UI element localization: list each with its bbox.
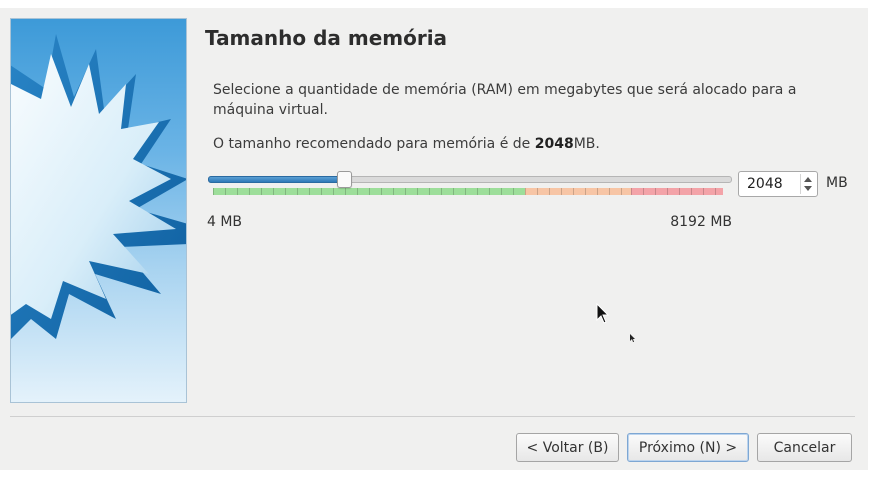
slider-handle[interactable] — [337, 171, 352, 188]
back-button[interactable]: < Voltar (B) — [516, 433, 619, 462]
memory-slider[interactable] — [208, 170, 732, 198]
page-title: Tamanho da memória — [205, 26, 448, 50]
memory-spinbox[interactable] — [738, 171, 818, 197]
spin-down-icon[interactable] — [804, 186, 812, 191]
create-vm-dialog: Tamanho da memória Selecione a quantidad… — [0, 8, 868, 470]
slider-zone-red — [631, 188, 723, 195]
next-button[interactable]: Próximo (N) > — [627, 433, 749, 462]
memory-unit-label: MB — [826, 175, 848, 191]
description-text: Selecione a quantidade de memória (RAM) … — [213, 82, 797, 118]
wizard-side-image — [10, 18, 187, 403]
recommendation-prefix: O tamanho recomendado para memória é de — [213, 136, 535, 152]
cancel-button[interactable]: Cancelar — [757, 433, 852, 462]
button-divider — [10, 416, 855, 417]
slider-fill — [208, 176, 340, 183]
small-cursor-icon — [630, 334, 635, 342]
mouse-cursor-icon — [596, 303, 610, 324]
slider-min-label: 4 MB — [207, 214, 243, 230]
starburst-icon — [11, 34, 186, 339]
spin-arrows[interactable] — [800, 174, 815, 194]
memory-input[interactable] — [739, 172, 799, 196]
slider-zone-green — [213, 188, 525, 195]
recommended-value: 2048 — [534, 136, 574, 152]
slider-zone-orange — [525, 188, 631, 195]
slider-max-label: 8192 MB — [670, 214, 732, 230]
recommendation-text: O tamanho recomendado para memória é de … — [213, 136, 600, 152]
recommendation-suffix: MB. — [573, 136, 600, 152]
spin-up-icon[interactable] — [804, 177, 812, 182]
